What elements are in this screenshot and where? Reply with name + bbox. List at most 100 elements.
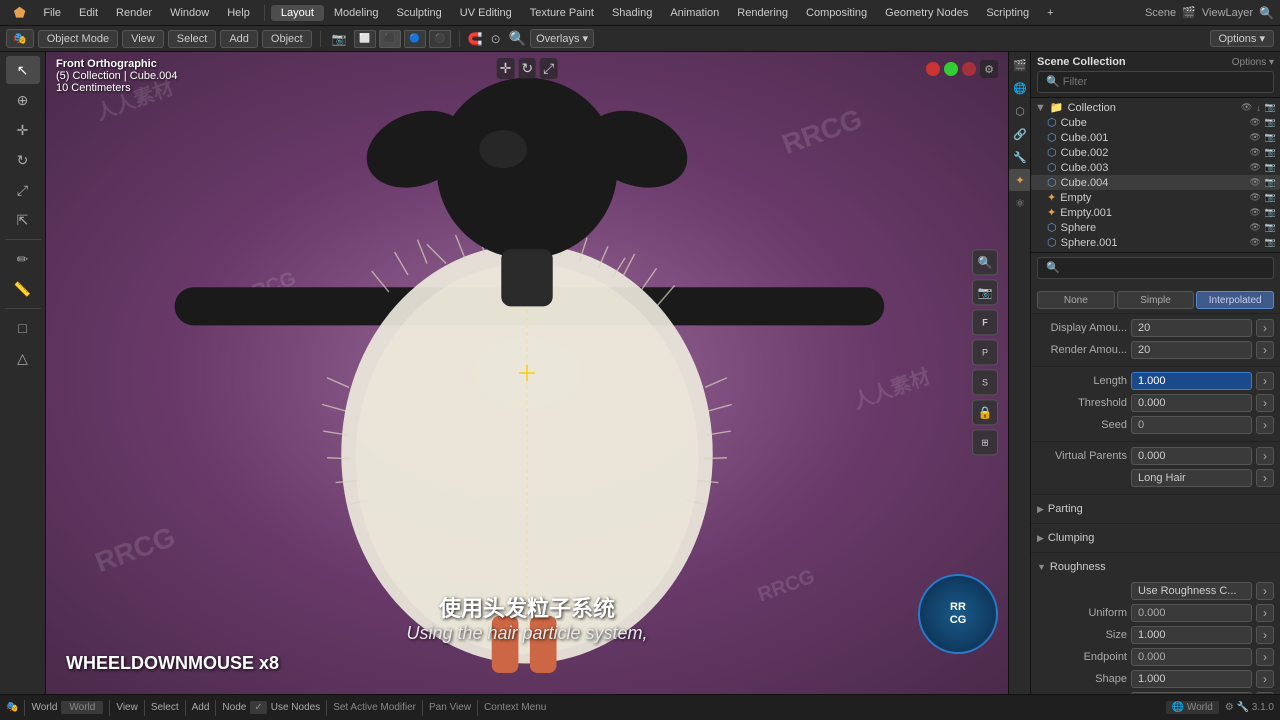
bottom-editor-icon[interactable]: 🎭 xyxy=(6,702,18,713)
roughness-size-plus[interactable]: › xyxy=(1256,626,1274,644)
cube-render[interactable]: 📷 xyxy=(1265,117,1276,128)
tool-add-cube[interactable]: □ xyxy=(6,314,40,342)
nav-side[interactable]: S xyxy=(972,369,998,395)
particle-search[interactable] xyxy=(1037,257,1274,279)
tab-animation[interactable]: Animation xyxy=(662,5,727,21)
object-cube[interactable]: ⬡ Cube 👁 📷 xyxy=(1031,115,1280,130)
add-btn[interactable]: Add xyxy=(220,30,258,48)
cube003-hide[interactable]: 👁 xyxy=(1249,162,1260,173)
menu-window[interactable]: Window xyxy=(162,5,217,21)
menu-help[interactable]: Help xyxy=(219,5,258,21)
scene-icon[interactable]: 🎬 xyxy=(1182,6,1196,19)
3d-viewport[interactable]: 人人素材 RRCG RRCG 人人素材 RRCG RRCG xyxy=(46,52,1008,694)
roughness-uniform-plus[interactable]: › xyxy=(1256,604,1274,622)
prop-particles-icon[interactable]: ✦ xyxy=(1009,169,1031,191)
prop-obj-icon[interactable]: ⬡ xyxy=(1009,100,1031,122)
length-value[interactable]: 1.000 xyxy=(1131,372,1252,390)
nav-camera[interactable]: 📷 xyxy=(972,279,998,305)
tool-rotate[interactable]: ↻ xyxy=(6,146,40,174)
sphere-render[interactable]: 📷 xyxy=(1265,222,1276,233)
object-sphere001[interactable]: ⬡ Sphere.001 👁 📷 xyxy=(1031,235,1280,250)
tool-annotate[interactable]: ✏ xyxy=(6,245,40,273)
prop-scene-icon[interactable]: 🎬 xyxy=(1009,54,1031,76)
bottom-render-engine[interactable]: 🌐 World xyxy=(1166,701,1219,714)
overlay-dropdown[interactable]: Overlays ▾ xyxy=(530,29,594,48)
prop-world-icon[interactable]: 🌐 xyxy=(1009,77,1031,99)
display-amount-plus[interactable]: › xyxy=(1256,319,1274,337)
bottom-use-nodes-checkbox[interactable]: ✓ xyxy=(250,701,266,714)
object-empty[interactable]: ✦ Empty 👁 📷 xyxy=(1031,190,1280,205)
viewport-options[interactable]: View xyxy=(122,30,164,48)
prop-constraint-icon[interactable]: 🔗 xyxy=(1009,123,1031,145)
tab-compositing[interactable]: Compositing xyxy=(798,5,875,21)
bottom-world-dropdown[interactable]: World xyxy=(61,701,103,714)
cube001-render[interactable]: 📷 xyxy=(1265,132,1276,143)
render-amount-value[interactable]: 20 xyxy=(1131,341,1252,359)
rotate-icon[interactable]: ↻ xyxy=(518,58,536,79)
tool-move[interactable]: ✛ xyxy=(6,116,40,144)
menu-file[interactable]: File xyxy=(35,5,69,21)
tab-geometry-nodes[interactable]: Geometry Nodes xyxy=(877,5,976,21)
roughness-size-value[interactable]: 1.000 xyxy=(1131,626,1252,644)
seed-plus[interactable]: › xyxy=(1256,416,1274,434)
empty001-hide[interactable]: 👁 xyxy=(1249,207,1260,218)
sphere-hide[interactable]: 👁 xyxy=(1249,222,1260,233)
tab-layout[interactable]: Layout xyxy=(271,5,324,21)
roughness-uniform-value[interactable]: 0.000 xyxy=(1131,604,1252,622)
render-amount-plus[interactable]: › xyxy=(1256,341,1274,359)
roughness-endpoint-plus[interactable]: › xyxy=(1256,648,1274,666)
interp-interpolated-btn[interactable]: Interpolated xyxy=(1196,291,1274,309)
object-cube003[interactable]: ⬡ Cube.003 👁 📷 xyxy=(1031,160,1280,175)
move-icon[interactable]: ✛ xyxy=(497,58,515,79)
dot-red[interactable] xyxy=(926,62,940,76)
mode-selector[interactable]: Object Mode xyxy=(38,30,118,48)
render-mode[interactable]: ⚫ xyxy=(429,30,451,48)
tab-shading[interactable]: Shading xyxy=(604,5,660,21)
use-roughness-plus[interactable]: › xyxy=(1256,582,1274,600)
virtual-parents-value[interactable]: 0.000 xyxy=(1131,447,1252,465)
nav-lock[interactable]: 🔒 xyxy=(972,399,998,425)
scale-icon[interactable]: ⤢ xyxy=(540,58,557,79)
menu-render[interactable]: Render xyxy=(108,5,160,21)
cube001-hide[interactable]: 👁 xyxy=(1249,132,1260,143)
tab-modeling[interactable]: Modeling xyxy=(326,5,387,21)
collection-row[interactable]: ▼ 📁 Collection 👁 ↓ 📷 xyxy=(1031,100,1280,115)
tab-sculpting[interactable]: Sculpting xyxy=(389,5,450,21)
object-cube004[interactable]: ⬡ Cube.004 👁 📷 xyxy=(1031,175,1280,190)
display-amount-value[interactable]: 20 xyxy=(1131,319,1252,337)
object-sphere[interactable]: ⬡ Sphere 👁 📷 xyxy=(1031,220,1280,235)
tab-scripting[interactable]: Scripting xyxy=(978,5,1037,21)
nav-zoom-in[interactable]: 🔍 xyxy=(972,249,998,275)
parting-header[interactable]: ▶ Parting xyxy=(1037,499,1274,519)
interp-simple-btn[interactable]: Simple xyxy=(1117,291,1195,309)
object-cube002[interactable]: ⬡ Cube.002 👁 📷 xyxy=(1031,145,1280,160)
cube003-render[interactable]: 📷 xyxy=(1265,162,1276,173)
tab-rendering[interactable]: Rendering xyxy=(729,5,796,21)
object-btn[interactable]: Object xyxy=(262,30,312,48)
collection-select[interactable]: ↓ xyxy=(1256,103,1261,113)
search-icon[interactable]: 🔍 xyxy=(1259,6,1274,20)
object-cube001[interactable]: ⬡ Cube.001 👁 📷 xyxy=(1031,130,1280,145)
solid-mode[interactable]: ⬛ xyxy=(379,30,401,48)
sphere001-render[interactable]: 📷 xyxy=(1265,237,1276,248)
cube004-render[interactable]: 📷 xyxy=(1265,177,1276,188)
cube002-render[interactable]: 📷 xyxy=(1265,147,1276,158)
empty-render[interactable]: 📷 xyxy=(1265,192,1276,203)
options-button[interactable]: Options ▾ xyxy=(1210,30,1275,47)
tab-add[interactable]: + xyxy=(1039,5,1061,21)
roughness-shape-plus[interactable]: › xyxy=(1256,670,1274,688)
object-empty001[interactable]: ✦ Empty.001 👁 📷 xyxy=(1031,205,1280,220)
roughness-shape-value[interactable]: 1.000 xyxy=(1131,670,1252,688)
roughness-random-plus[interactable]: › xyxy=(1256,692,1274,694)
nav-grid[interactable]: ⊞ xyxy=(972,429,998,455)
length-plus[interactable]: › xyxy=(1256,372,1274,390)
snapping-icon[interactable]: 🧲 xyxy=(468,32,483,46)
tab-texture-paint[interactable]: Texture Paint xyxy=(522,5,602,21)
options-dropdown[interactable]: Options ▾ xyxy=(1232,57,1274,68)
nav-front[interactable]: F xyxy=(972,309,998,335)
outliner-search[interactable] xyxy=(1037,71,1274,93)
collection-hide[interactable]: 👁 xyxy=(1241,102,1252,113)
nav-persp[interactable]: P xyxy=(972,339,998,365)
threshold-main-value[interactable]: 0.000 xyxy=(1131,394,1252,412)
cube-hide[interactable]: 👁 xyxy=(1249,117,1260,128)
